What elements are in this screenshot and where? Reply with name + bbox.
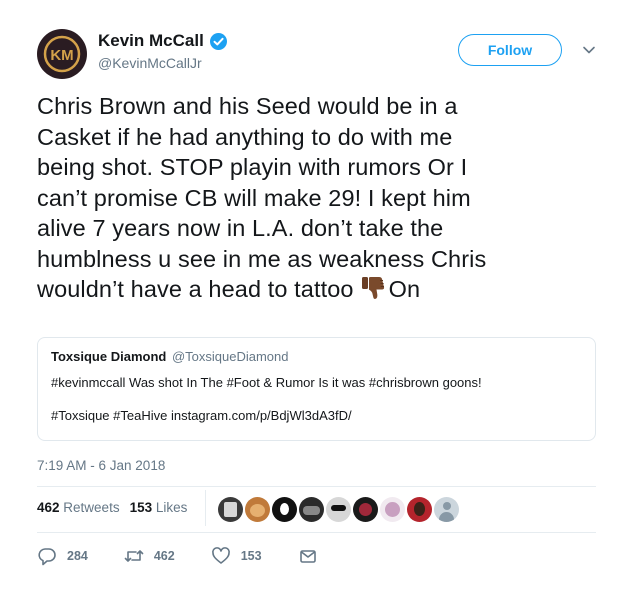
default-avatar-icon[interactable] bbox=[434, 497, 459, 522]
liker-avatar[interactable] bbox=[245, 497, 270, 522]
retweets-count: 462 bbox=[37, 500, 60, 515]
engagement-stats: 462 Retweets 153 Likes bbox=[37, 500, 187, 515]
tweet-line-text: On bbox=[388, 276, 421, 302]
verified-badge-icon bbox=[209, 32, 227, 50]
tweet-line-text: wouldn’t have a head to tattoo bbox=[37, 276, 354, 302]
author-name[interactable]: Kevin McCall bbox=[98, 31, 204, 51]
svg-text:KM: KM bbox=[50, 47, 73, 64]
liker-avatar[interactable] bbox=[380, 497, 405, 522]
tweet-line: can’t promise CB will make 29! I kept hi… bbox=[37, 184, 471, 211]
quoted-tweet[interactable]: Toxsique Diamond @ToxsiqueDiamond #kevin… bbox=[37, 337, 596, 441]
tweet-line: being shot. STOP playin with rumors Or I bbox=[37, 154, 468, 180]
reply-count: 284 bbox=[67, 549, 88, 563]
retweet-button[interactable]: 462 bbox=[124, 546, 175, 566]
reply-icon bbox=[38, 548, 56, 566]
retweets-stat[interactable]: 462 Retweets bbox=[37, 500, 120, 515]
liker-avatar[interactable] bbox=[299, 497, 324, 522]
follow-button[interactable]: Follow bbox=[458, 34, 562, 66]
retweet-count: 462 bbox=[153, 549, 175, 563]
tweet-line: humblness u see in me as weakness Chris bbox=[37, 245, 487, 272]
tweet-line: Chris Brown and his Seed would be in a bbox=[37, 93, 458, 119]
liker-avatar[interactable] bbox=[353, 497, 378, 522]
retweet-icon bbox=[124, 550, 144, 562]
thumbs-down-icon bbox=[361, 277, 384, 300]
likes-stat[interactable]: 153 Likes bbox=[130, 500, 188, 515]
km-logo-icon: KM bbox=[43, 35, 81, 73]
quoted-tweet-header: Toxsique Diamond @ToxsiqueDiamond bbox=[51, 349, 288, 364]
like-button[interactable]: 153 bbox=[211, 546, 262, 566]
author-name-row[interactable]: Kevin McCall bbox=[98, 31, 227, 51]
tweet-timestamp[interactable]: 7:19 AM - 6 Jan 2018 bbox=[37, 458, 165, 473]
liker-avatar[interactable] bbox=[407, 497, 432, 522]
liker-avatar[interactable] bbox=[272, 497, 297, 522]
quoted-author-handle[interactable]: @ToxsiqueDiamond bbox=[172, 349, 289, 364]
divider bbox=[37, 486, 596, 487]
divider bbox=[205, 490, 206, 526]
tweet-line: alive 7 years now in L.A. don’t take the bbox=[37, 215, 444, 241]
chevron-down-icon[interactable] bbox=[582, 43, 596, 57]
author-handle[interactable]: @KevinMcCallJr bbox=[98, 55, 202, 71]
retweets-label: Retweets bbox=[63, 500, 120, 515]
reply-button[interactable]: 284 bbox=[37, 546, 88, 566]
likes-label: Likes bbox=[155, 500, 188, 515]
quoted-tweet-text: #kevinmccall Was shot In The #Foot & Rum… bbox=[51, 375, 482, 390]
tweet-line: Casket if he had anything to do with me bbox=[37, 123, 453, 150]
direct-message-button[interactable] bbox=[298, 546, 318, 566]
tweet-last-line: wouldn’t have a head to tattoo On bbox=[37, 274, 617, 305]
tweet-text: Chris Brown and his Seed would be in a C… bbox=[37, 91, 617, 305]
liker-avatars bbox=[218, 497, 459, 522]
likes-count: 153 bbox=[129, 500, 153, 515]
author-avatar[interactable]: KM bbox=[37, 29, 87, 79]
heart-icon bbox=[211, 547, 230, 564]
divider bbox=[37, 532, 596, 533]
liker-avatar[interactable] bbox=[326, 497, 351, 522]
envelope-icon bbox=[299, 550, 316, 563]
like-count: 153 bbox=[240, 549, 262, 563]
quoted-tweet-text: #Toxsique #TeaHive instagram.com/p/BdjWl… bbox=[51, 408, 352, 423]
tweet-actions: 284 462 153 bbox=[37, 546, 354, 566]
quoted-author-name[interactable]: Toxsique Diamond bbox=[51, 349, 166, 364]
liker-avatar[interactable] bbox=[218, 497, 243, 522]
